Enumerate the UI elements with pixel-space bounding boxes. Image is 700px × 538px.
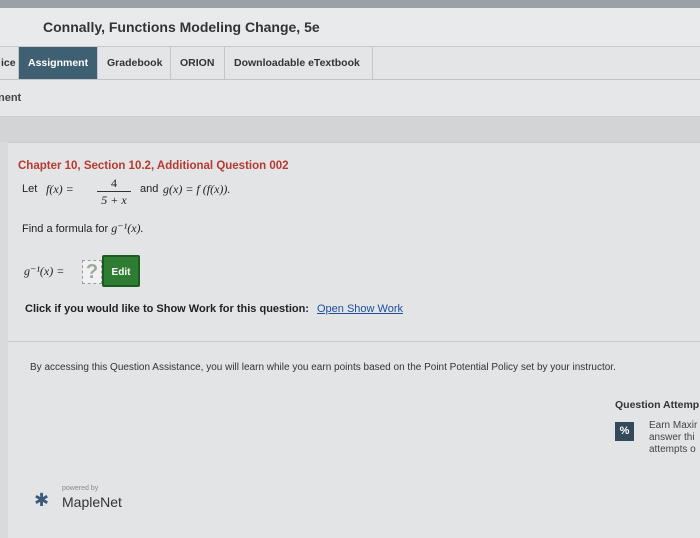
question-heading: Chapter 10, Section 10.2, Additional Que… (18, 160, 289, 172)
f-definition: f(x) = (46, 182, 74, 196)
attempts-line-2: answer thi (649, 432, 695, 443)
answer-label: g⁻¹(x) = (24, 264, 65, 278)
show-work-text: Click if you would like to Show Work for… (25, 303, 309, 315)
show-work-row: Click if you would like to Show Work for… (25, 303, 403, 315)
nav-tabs: ice Assignment Gradebook ORION Downloada… (0, 47, 700, 80)
tab-orion[interactable]: ORION (171, 47, 225, 79)
and-text: and (140, 183, 159, 195)
course-title: Connally, Functions Modeling Change, 5e (43, 19, 320, 35)
tab-practice[interactable]: ice (0, 47, 19, 79)
fraction-numerator: 4 (111, 176, 117, 190)
tab-assignment[interactable]: Assignment (19, 47, 98, 79)
fraction-bar (97, 191, 131, 192)
fraction: 4 5 + x (97, 176, 131, 207)
powered-by-text: powered by (62, 485, 99, 492)
window-top-strip (0, 0, 700, 8)
course-header: Connally, Functions Modeling Change, 5e (0, 8, 700, 47)
fraction-denominator: 5 + x (101, 193, 127, 207)
tab-gradebook[interactable]: Gradebook (98, 47, 171, 79)
g-definition: g(x) = f (f(x)). (163, 182, 231, 196)
maplenet-name: MapleNet (62, 494, 122, 510)
maplenet-logo: powered by ✱ MapleNet (32, 485, 142, 515)
question-panel: Chapter 10, Section 10.2, Additional Que… (8, 142, 700, 538)
spacer (0, 117, 700, 142)
attempts-info: Earn Maxir answer thi attempts o (649, 420, 697, 456)
breadcrumb-label: nent (0, 92, 22, 104)
attempts-line-1: Earn Maxir (649, 420, 698, 431)
answer-input[interactable]: ? (82, 260, 102, 284)
percent-icon: % (615, 422, 634, 441)
attempts-line-3: attempts o (649, 444, 696, 455)
question-assistance-text: By accessing this Question Assistance, y… (30, 362, 616, 373)
maple-leaf-icon: ✱ (34, 490, 50, 510)
g-inverse: g⁻¹(x). (111, 221, 144, 235)
divider (8, 341, 700, 342)
question-attempts-title: Question Attemp (615, 399, 700, 411)
breadcrumb: nent (0, 80, 700, 117)
let-text: Let (22, 183, 38, 195)
tab-downloadable-etextbook[interactable]: Downloadable eTextbook (225, 47, 373, 79)
question-prompt: Find a formula for g⁻¹(x). (22, 221, 144, 236)
prompt-text: Find a formula for (22, 223, 109, 235)
edit-button[interactable]: Edit (102, 255, 140, 287)
open-show-work-link[interactable]: Open Show Work (317, 303, 403, 315)
